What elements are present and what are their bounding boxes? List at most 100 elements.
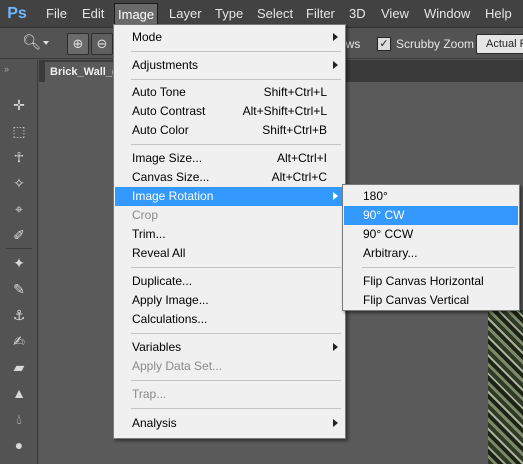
menu-item-reveal-all[interactable]: Reveal All [115, 244, 344, 263]
menu-item-rotate-90-ccw[interactable]: 90° CCW [344, 225, 518, 244]
menu-select[interactable]: Select [254, 3, 296, 25]
zoom-in-icon[interactable]: ⊕ [67, 33, 89, 55]
menu-item-apply-image[interactable]: Apply Image... [115, 291, 344, 310]
menu-separator [362, 267, 515, 268]
menu-item-label: Trim... [132, 227, 166, 241]
menu-item-label: Adjustments [132, 58, 199, 72]
menu-separator [131, 79, 341, 80]
lasso-tool-icon[interactable]: ☥ [8, 146, 30, 168]
menu-item-calculations[interactable]: Calculations... [115, 310, 344, 329]
submenu-arrow-icon [333, 343, 338, 351]
menu-item-label: Calculations... [132, 312, 208, 326]
menu-item-canvas-size[interactable]: Canvas Size... Alt+Ctrl+C [115, 168, 344, 187]
tool-preset-dropdown-icon[interactable] [43, 41, 49, 45]
menu-edit[interactable]: Edit [79, 3, 107, 25]
menu-item-mode[interactable]: Mode [115, 28, 344, 47]
menu-item-label: Crop [132, 208, 159, 222]
zoom-tool-icon[interactable]: 🔍︎ [22, 35, 41, 51]
photoshop-window: Ps File Edit Image Layer Type Select Fil… [0, 0, 523, 464]
crop-tool-icon[interactable]: ⌖ [8, 198, 30, 220]
quick-selection-tool-icon[interactable]: ✧ [8, 172, 30, 194]
image-rotation-submenu: 180° 90° CW 90° CCW Arbitrary... Flip Ca… [342, 184, 520, 311]
scrubby-zoom-label: Scrubby Zoom [396, 37, 475, 51]
submenu-arrow-icon [333, 192, 338, 200]
dodge-tool-icon[interactable]: ● [8, 434, 30, 456]
menu-separator [131, 144, 341, 145]
menu-separator [131, 267, 341, 268]
move-tool-icon[interactable]: ✛ [8, 94, 30, 116]
menu-item-label: Trap... [132, 387, 167, 401]
menu-item-shortcut: Shift+Ctrl+B [262, 123, 327, 137]
menu-item-trap[interactable]: Trap... [115, 385, 344, 404]
history-brush-tool-icon[interactable]: ✍ [8, 330, 30, 352]
menu-3d[interactable]: 3D [346, 3, 369, 25]
menu-item-image-size[interactable]: Image Size... Alt+Ctrl+I [115, 149, 344, 168]
menu-item-label: 90° CCW [363, 227, 414, 241]
menu-item-trim[interactable]: Trim... [115, 225, 344, 244]
menu-item-auto-color[interactable]: Auto Color Shift+Ctrl+B [115, 121, 344, 140]
eyedropper-tool-icon[interactable]: ✐ [8, 224, 30, 246]
menu-item-label: Flip Canvas Vertical [363, 293, 470, 307]
menu-item-label: Auto Color [132, 123, 189, 137]
menu-item-flip-canvas-horizontal[interactable]: Flip Canvas Horizontal [344, 272, 518, 291]
image-menu-dropdown: Mode Adjustments Auto Tone Shift+Ctrl+L … [113, 24, 346, 439]
menu-item-label: Arbitrary... [363, 246, 418, 260]
eraser-tool-icon[interactable]: ▰ [8, 356, 30, 378]
menu-view[interactable]: View [378, 3, 412, 25]
menu-item-label: Auto Tone [132, 85, 186, 99]
photoshop-logo: Ps [7, 5, 27, 22]
submenu-arrow-icon [333, 33, 338, 41]
menu-window[interactable]: Window [421, 3, 473, 25]
menu-item-shortcut: Alt+Ctrl+C [271, 170, 327, 184]
menu-separator [131, 51, 341, 52]
zoom-out-icon[interactable]: ⊖ [91, 33, 113, 55]
brick-wall-image [488, 310, 523, 464]
menu-separator [131, 380, 341, 381]
menu-item-label: Auto Contrast [132, 104, 206, 118]
menu-item-shortcut: Alt+Ctrl+I [276, 151, 327, 165]
menu-item-shortcut: Shift+Ctrl+L [263, 85, 327, 99]
menu-item-rotate-180[interactable]: 180° [344, 187, 518, 206]
submenu-arrow-icon [333, 419, 338, 427]
menu-item-label: Image Rotation [132, 189, 214, 203]
menu-item-duplicate[interactable]: Duplicate... [115, 272, 344, 291]
menu-item-label: Reveal All [132, 246, 186, 260]
menu-item-label: 180° [363, 189, 388, 203]
menu-file[interactable]: File [43, 3, 70, 25]
actual-pixels-button[interactable]: Actual P [476, 34, 523, 54]
menu-item-label: 90° CW [363, 208, 405, 222]
menu-layer[interactable]: Layer [166, 3, 205, 25]
tools-panel: » ✛ ⬚ ☥ ✧ ⌖ ✐ ✦ ✎ ⚓ ✍ ▰ ▲ 💧︎ ● [0, 60, 38, 464]
menu-item-label: Analysis [132, 416, 177, 430]
menu-image[interactable]: Image [114, 3, 159, 25]
menu-item-label: Image Size... [132, 151, 203, 165]
menu-item-auto-contrast[interactable]: Auto Contrast Alt+Shift+Ctrl+L [115, 102, 344, 121]
menu-filter[interactable]: Filter [303, 3, 338, 25]
menu-item-variables[interactable]: Variables [115, 338, 344, 357]
menu-item-crop[interactable]: Crop [115, 206, 344, 225]
menu-item-analysis[interactable]: Analysis [115, 414, 344, 433]
menu-item-label: Flip Canvas Horizontal [363, 274, 484, 288]
clone-stamp-tool-icon[interactable]: ⚓ [8, 304, 30, 326]
menu-item-label: Variables [132, 340, 182, 354]
scrubby-zoom-checkbox[interactable]: ✓ [377, 37, 391, 51]
panel-collapse-icon[interactable]: » [4, 64, 9, 74]
menu-separator [131, 333, 341, 334]
paint-bucket-tool-icon[interactable]: ▲ [8, 382, 30, 404]
menu-item-label: Mode [132, 30, 163, 44]
menu-help[interactable]: Help [482, 3, 515, 25]
menu-item-adjustments[interactable]: Adjustments [115, 56, 344, 75]
menu-item-auto-tone[interactable]: Auto Tone Shift+Ctrl+L [115, 83, 344, 102]
blur-tool-icon[interactable]: 💧︎ [8, 408, 30, 430]
healing-brush-tool-icon[interactable]: ✦ [8, 252, 30, 274]
menu-item-rotate-arbitrary[interactable]: Arbitrary... [344, 244, 518, 263]
brush-tool-icon[interactable]: ✎ [8, 278, 30, 300]
menu-item-image-rotation[interactable]: Image Rotation [115, 187, 344, 206]
menu-type[interactable]: Type [212, 3, 246, 25]
menu-item-rotate-90-cw[interactable]: 90° CW [344, 206, 518, 225]
menu-item-flip-canvas-vertical[interactable]: Flip Canvas Vertical [344, 291, 518, 310]
marquee-tool-icon[interactable]: ⬚ [8, 120, 30, 142]
menu-separator [131, 408, 341, 409]
submenu-arrow-icon [333, 61, 338, 69]
menu-item-apply-data-set[interactable]: Apply Data Set... [115, 357, 344, 376]
